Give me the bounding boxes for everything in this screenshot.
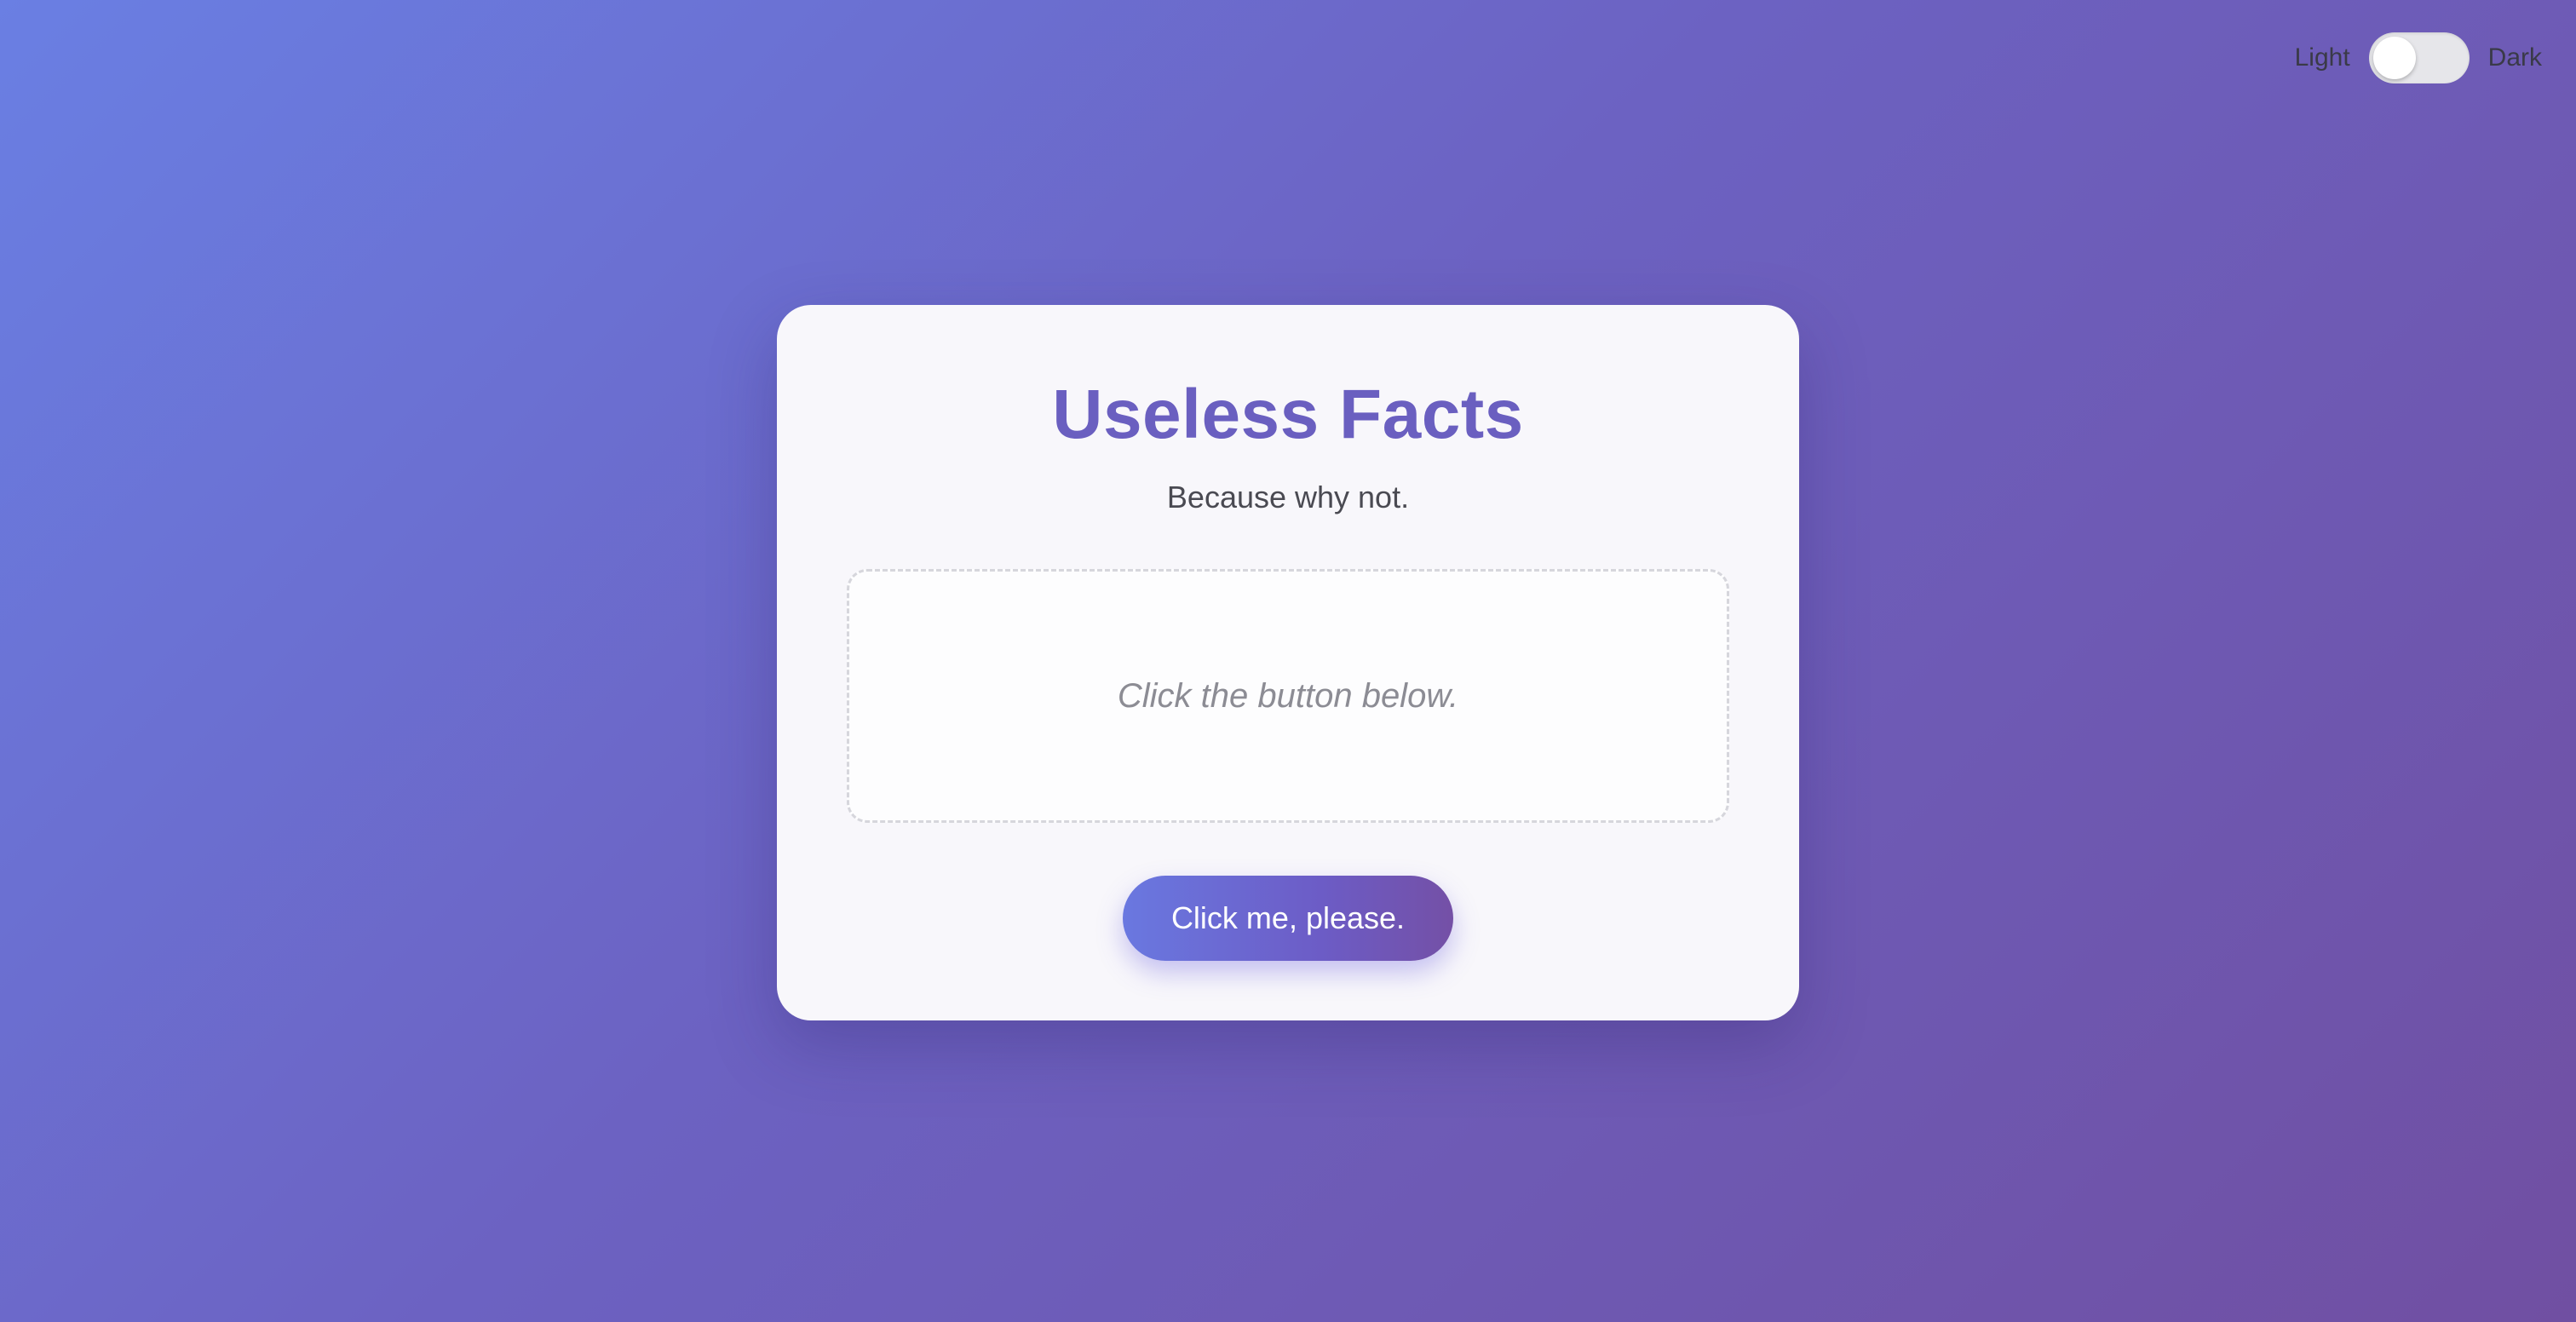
page-title: Useless Facts [1052, 376, 1524, 453]
fact-display-box: Click the button below. [847, 569, 1729, 823]
switch-knob [2372, 37, 2416, 79]
theme-toggle: Light Dark [2295, 32, 2542, 83]
dark-label: Dark [2487, 43, 2542, 72]
light-label: Light [2294, 43, 2350, 72]
page-subtitle: Because why not. [1166, 480, 1410, 514]
fact-card: Useless Facts Because why not. Click the… [777, 305, 1799, 1020]
theme-switch[interactable] [2368, 32, 2470, 83]
get-fact-button[interactable]: Click me, please. [1123, 876, 1453, 961]
fact-placeholder-text: Click the button below. [1117, 676, 1459, 715]
